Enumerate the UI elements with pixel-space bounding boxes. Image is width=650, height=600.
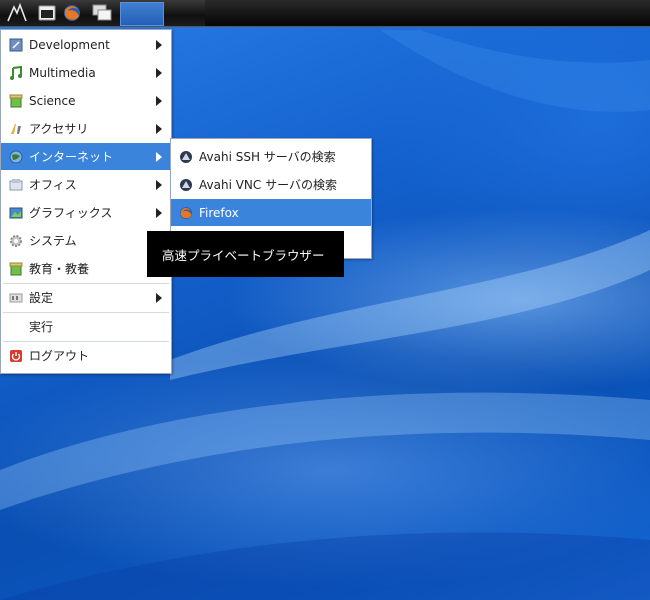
menu-item-graphics[interactable]: グラフィックス <box>1 199 171 226</box>
top-panel <box>0 0 650 27</box>
menu-item-label: 実行 <box>29 320 54 334</box>
menu-item-label: グラフィックス <box>29 206 113 220</box>
menu-item-label: インターネット <box>29 150 114 164</box>
submenu-arrow-icon <box>156 293 162 303</box>
submenu-item-label: Avahi VNC サーバの検索 <box>199 178 337 192</box>
menu-item-multimedia[interactable]: Multimedia <box>1 59 171 86</box>
avahi-ssh-icon <box>180 150 192 163</box>
development-icon <box>9 38 23 51</box>
avahi-vnc-icon <box>180 178 192 191</box>
active-taskbar-button[interactable] <box>120 2 164 26</box>
accessories-icon <box>11 123 21 134</box>
menu-item-label: 設定 <box>29 291 54 305</box>
internet-globe-icon <box>9 150 23 163</box>
submenu-arrow-icon <box>156 124 162 134</box>
submenu-item-label: Avahi SSH サーバの検索 <box>199 150 336 164</box>
run-icon <box>9 320 23 334</box>
menu-item-internet[interactable]: インターネット <box>1 143 171 170</box>
firefox-icon <box>180 206 192 219</box>
menu-item-science[interactable]: Science <box>1 87 171 114</box>
firefox-launcher-icon[interactable] <box>60 3 84 23</box>
menu-launcher-icon[interactable] <box>4 3 30 23</box>
graphics-icon <box>9 207 23 218</box>
panel-empty-area <box>205 0 650 26</box>
menu-item-label: オフィス <box>29 178 77 192</box>
submenu-item-label: Firefox <box>199 205 239 220</box>
menu-item-logout[interactable]: ログアウト <box>1 342 171 369</box>
logout-power-icon <box>10 349 22 362</box>
menu-item-label: Development <box>29 37 110 52</box>
application-menu: Development Multimedia Science アクセサリ インタ… <box>0 29 172 374</box>
menu-item-label: Multimedia <box>29 65 96 80</box>
settings-icon <box>9 293 23 302</box>
submenu-item-firefox[interactable]: Firefox <box>171 199 371 226</box>
menu-item-label: ログアウト <box>29 349 90 363</box>
menu-item-development[interactable]: Development <box>1 31 171 58</box>
multimedia-icon <box>10 65 22 80</box>
menu-item-label: アクセサリ <box>29 122 89 136</box>
system-gear-icon <box>10 234 22 247</box>
menu-item-settings[interactable]: 設定 <box>1 284 171 311</box>
submenu-arrow-icon <box>156 152 162 162</box>
submenu-arrow-icon <box>156 96 162 106</box>
education-icon <box>9 262 23 275</box>
submenu-item-avahi-vnc[interactable]: Avahi VNC サーバの検索 <box>171 171 371 198</box>
submenu-arrow-icon <box>156 180 162 190</box>
submenu-arrow-icon <box>156 68 162 78</box>
terminal-launcher-icon[interactable] <box>36 3 58 23</box>
science-icon <box>9 94 23 107</box>
submenu-arrow-icon <box>156 40 162 50</box>
menu-item-education[interactable]: 教育・教養 <box>1 255 171 282</box>
submenu-arrow-icon <box>156 208 162 218</box>
menu-item-system[interactable]: システム <box>1 227 171 254</box>
menu-item-office[interactable]: オフィス <box>1 171 171 198</box>
menu-item-label: システム <box>29 234 77 248</box>
office-icon <box>9 178 23 190</box>
menu-item-run[interactable]: 実行 <box>1 313 171 340</box>
submenu-item-avahi-ssh[interactable]: Avahi SSH サーバの検索 <box>171 143 371 170</box>
menu-item-accessories[interactable]: アクセサリ <box>1 115 171 142</box>
menu-item-label: 教育・教養 <box>29 262 90 276</box>
menu-item-label: Science <box>29 93 76 108</box>
firefox-tooltip: 高速プライベートブラウザー <box>147 231 344 277</box>
show-desktop-icon[interactable] <box>90 3 114 23</box>
